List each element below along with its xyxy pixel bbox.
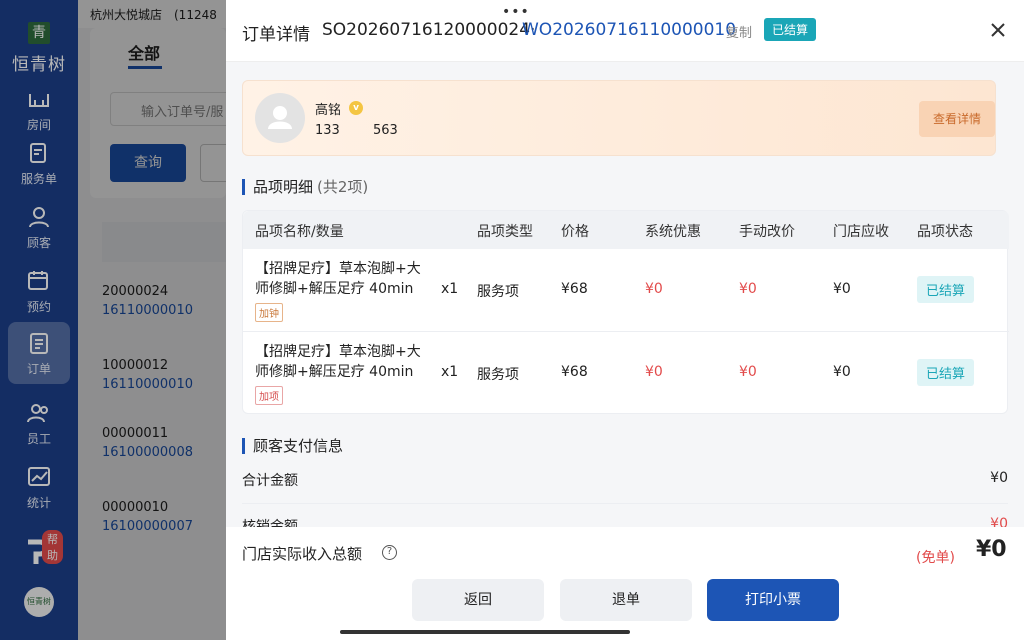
free-order-tag: (免单) [916,550,955,566]
col-manual-price: 手动改价 [739,224,795,240]
status-badge: 已结算 [764,18,817,41]
order-detail-drawer: ••• 订单详情 SO20260716120000024· WO20260716… [226,0,1024,640]
item-count: (共2项) [317,178,369,196]
sales-order-number: SO20260716120000024· [322,20,536,40]
col-system-discount: 系统优惠 [645,224,701,240]
item-receivable: ¥0 [833,281,851,297]
customer-name: 高铭 [315,103,342,118]
customer-avatar [255,93,305,143]
col-type: 品项类型 [477,224,533,240]
payment-value: ¥0 [990,470,1008,486]
drawer-footer: 门店实际收入总额 ? (免单) ¥0 返回 退单 打印小票 [226,527,1024,640]
payment-label: 核销金额 [242,519,298,527]
item-manual-price: ¥0 [739,364,757,380]
dim-overlay [78,0,226,640]
customer-card: 高铭 v 133 563 查看详情 [242,80,996,156]
store-income-value: ¥0 [976,537,1007,562]
vip-icon: v [349,101,363,115]
payment-value: ¥0 [990,516,1008,527]
item-status-badge: 已结算 [917,359,975,386]
col-price: 价格 [561,224,589,240]
print-receipt-button[interactable]: 打印小票 [707,579,839,621]
table-header: 品项名称/数量 品项类型 价格 系统优惠 手动改价 门店应收 品项状态 [243,211,1009,249]
work-order-link[interactable]: WO20260716110000010 [522,20,736,40]
customer-phone-prefix: 133 [315,123,340,138]
item-tag: 加项 [255,386,283,405]
item-receivable: ¥0 [833,364,851,380]
drawer-header: ••• 订单详情 SO20260716120000024· WO20260716… [226,0,1024,62]
store-income-label: 门店实际收入总额 [242,545,363,563]
payment-label: 合计金额 [242,473,298,489]
items-table: 品项名称/数量 品项类型 价格 系统优惠 手动改价 门店应收 品项状态 【招牌足… [242,210,1009,414]
back-button[interactable]: 返回 [412,579,544,621]
payment-row-verified: 核销金额 ¥0 [242,506,1008,527]
user-placeholder-icon [268,106,292,129]
item-qty: x1 [441,364,459,380]
table-row[interactable]: 【招牌足疗】草本泡脚+大师修脚+解压足疗 40min 加钟 x1 服务项 ¥68… [243,249,1009,331]
payment-row-total: 合计金额 ¥0 [242,460,1008,504]
question-icon[interactable]: ? [382,545,397,560]
table-row[interactable]: 【招牌足疗】草本泡脚+大师修脚+解压足疗 40min 加项 x1 服务项 ¥68… [243,331,1009,413]
order-list-background: 杭州大悦城店 (11248 全部 输入订单号/服 查询 20000024 161… [78,0,240,640]
drag-handle-icon[interactable]: ••• [502,4,530,20]
dim-overlay [0,0,78,640]
close-icon[interactable] [986,18,1010,42]
item-name: 【招牌足疗】草本泡脚+大师修脚+解压足疗 40min [255,261,421,297]
item-system-discount: ¥0 [645,281,663,297]
col-receivable: 门店应收 [833,224,889,240]
items-section-title: 品项明细 (共2项) [242,179,368,195]
payment-section-title: 顾客支付信息 [242,438,343,454]
home-indicator [340,630,630,634]
item-price: ¥68 [561,281,588,297]
customer-phone-suffix: 563 [373,123,398,138]
drawer-body[interactable]: 高铭 v 133 563 查看详情 品项明细 (共2项) 品项名称/数量 品项类型… [226,62,1024,527]
view-customer-detail-button[interactable]: 查看详情 [919,101,995,137]
item-system-discount: ¥0 [645,364,663,380]
copy-button[interactable]: 复制 [726,22,752,41]
item-price: ¥68 [561,364,588,380]
item-type: 服务项 [477,367,519,383]
item-status-badge: 已结算 [917,276,975,303]
section-heading: 品项明细 [253,178,314,196]
drawer-title: 订单详情 [242,25,310,45]
item-qty: x1 [441,281,459,297]
col-status: 品项状态 [917,224,973,240]
item-name: 【招牌足疗】草本泡脚+大师修脚+解压足疗 40min [255,344,421,380]
sidebar: 青 恒青树 房间 服务单 顾客 预约 订单 员工 统计 帮助 恒青树 [0,0,78,640]
item-manual-price: ¥0 [739,281,757,297]
col-name: 品项名称/数量 [255,224,344,240]
refund-button[interactable]: 退单 [560,579,692,621]
item-tag: 加钟 [255,303,283,322]
item-type: 服务项 [477,284,519,300]
